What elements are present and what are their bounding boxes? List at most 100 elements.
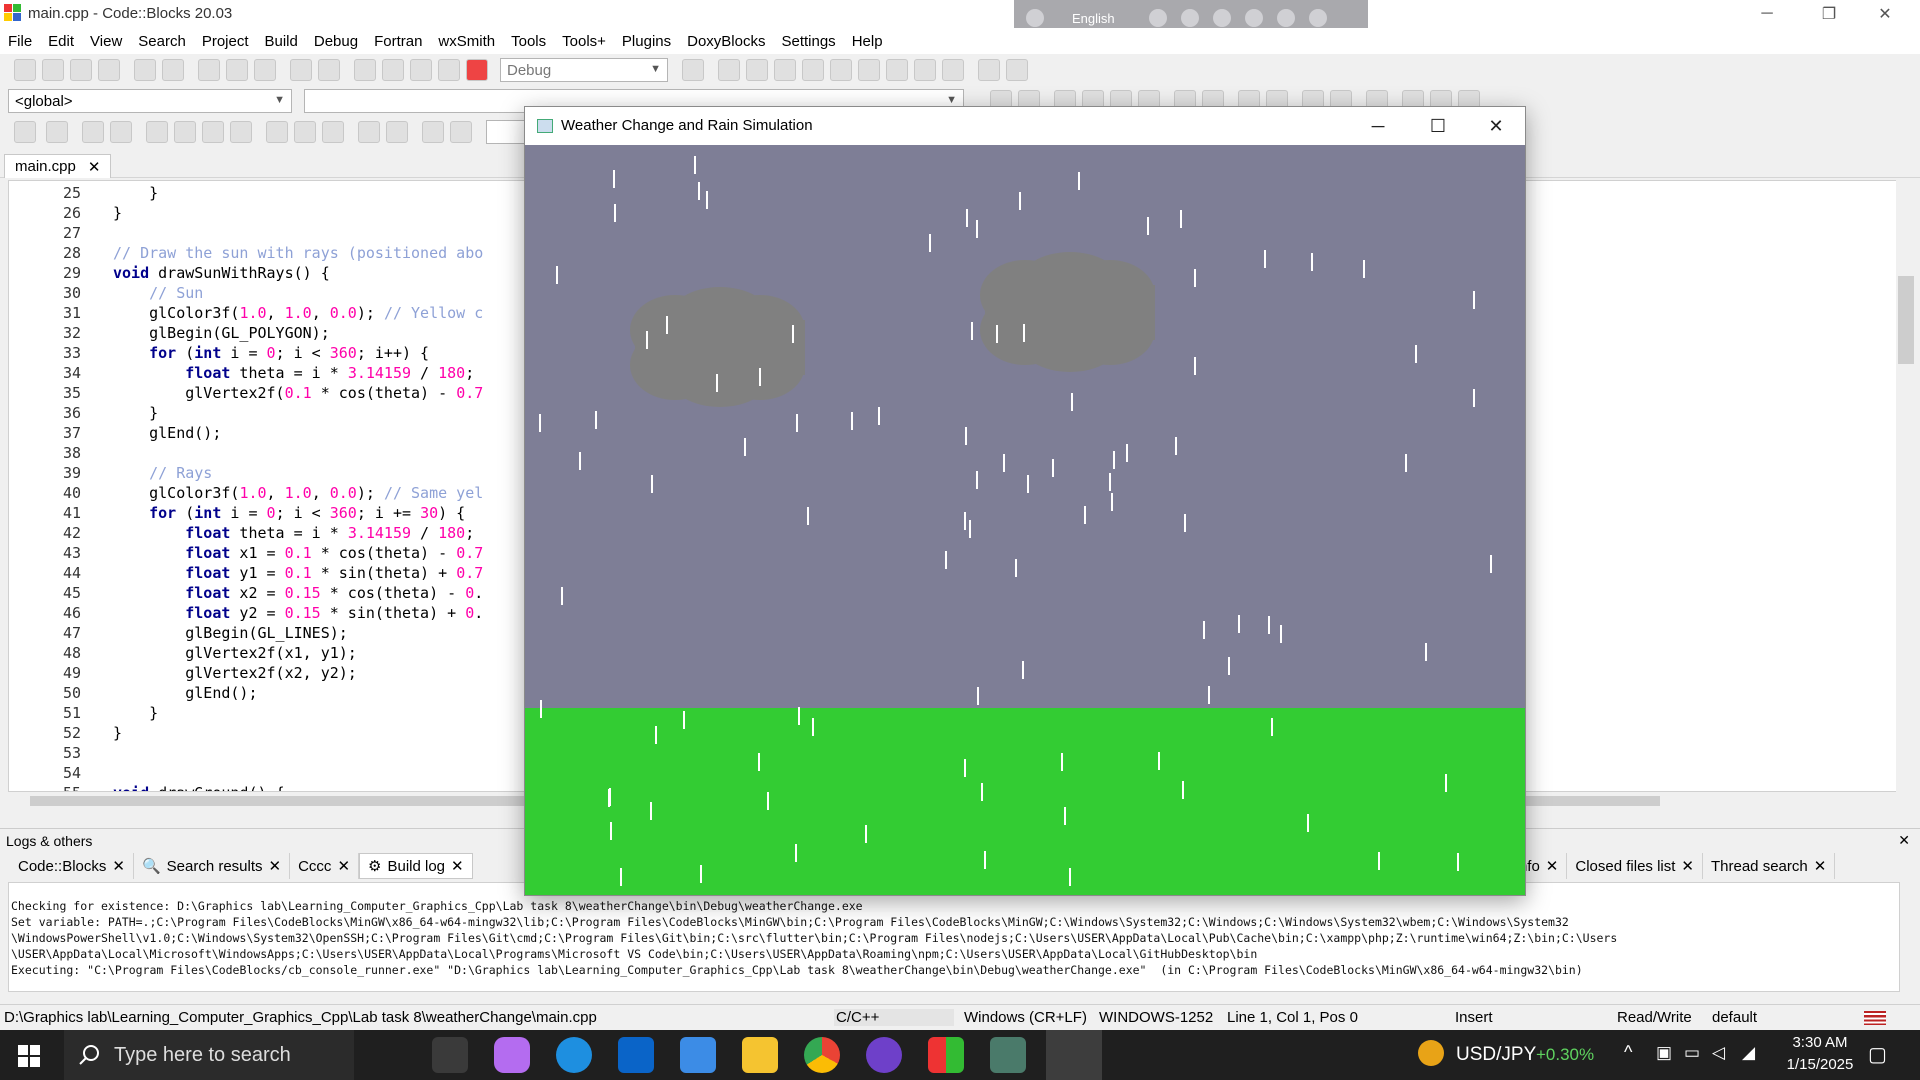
- device-icon[interactable]: ▣: [1656, 1043, 1672, 1063]
- open-file-icon[interactable]: [42, 59, 64, 81]
- taskbar-search-box[interactable]: Type here to search: [64, 1030, 354, 1080]
- box-icon[interactable]: [46, 121, 68, 143]
- menu-settings[interactable]: Settings: [773, 33, 843, 50]
- notification-icon[interactable]: ▢: [1868, 1042, 1887, 1067]
- sizer4-icon[interactable]: [230, 121, 252, 143]
- close-button[interactable]: ✕: [1862, 0, 1908, 28]
- close-icon[interactable]: ✕: [112, 857, 125, 875]
- menu-project[interactable]: Project: [194, 33, 257, 50]
- c-icon[interactable]: [450, 121, 472, 143]
- copy-icon[interactable]: [226, 59, 248, 81]
- sim-window-title-bar[interactable]: Weather Change and Rain Simulation ─ ☐ ✕: [525, 107, 1525, 145]
- save-icon[interactable]: [70, 59, 92, 81]
- step-instruction-icon[interactable]: [886, 59, 908, 81]
- ticker-change[interactable]: +0.30%: [1536, 1045, 1594, 1065]
- stop-debug-icon[interactable]: [942, 59, 964, 81]
- ticker-symbol[interactable]: USD/JPY: [1456, 1044, 1536, 1066]
- network-icon[interactable]: ◢: [1742, 1043, 1755, 1063]
- menu-build[interactable]: Build: [257, 33, 306, 50]
- cut-icon[interactable]: [198, 59, 220, 81]
- find-icon[interactable]: [290, 59, 312, 81]
- build-run-icon[interactable]: [410, 59, 432, 81]
- codeblocks-taskbar-icon[interactable]: [928, 1037, 964, 1073]
- close-icon[interactable]: ✕: [1546, 857, 1559, 875]
- next-instruction-icon[interactable]: [858, 59, 880, 81]
- sizer3-icon[interactable]: [202, 121, 224, 143]
- logtab-thread-search[interactable]: Thread search ✕: [1703, 853, 1836, 879]
- run-icon[interactable]: [382, 59, 404, 81]
- close-icon[interactable]: ✕: [1898, 832, 1910, 849]
- tool-icon[interactable]: [1180, 9, 1199, 27]
- close-icon[interactable]: ✕: [1681, 857, 1694, 875]
- run-to-cursor-icon[interactable]: [746, 59, 768, 81]
- menu-tools[interactable]: Tools: [503, 33, 554, 50]
- sim-maximize-button[interactable]: ☐: [1409, 107, 1467, 145]
- zoom-in-icon[interactable]: [358, 121, 380, 143]
- console-taskbar-icon[interactable]: [990, 1037, 1026, 1073]
- logtab-closed-files[interactable]: Closed files list ✕: [1567, 853, 1703, 879]
- save-all-icon[interactable]: [98, 59, 120, 81]
- close-icon[interactable]: ✕: [337, 857, 350, 875]
- grid-icon[interactable]: [82, 121, 104, 143]
- menu-tools-plus[interactable]: Tools+: [554, 33, 614, 50]
- github-desktop-icon[interactable]: [866, 1037, 902, 1073]
- clock-date[interactable]: 1/15/2025: [1774, 1056, 1866, 1073]
- sim-minimize-button[interactable]: ─: [1349, 107, 1407, 145]
- abort-icon[interactable]: [466, 59, 488, 81]
- logtab-search-results[interactable]: 🔍 Search results ✕: [134, 853, 291, 879]
- paste-icon[interactable]: [254, 59, 276, 81]
- menu-debug[interactable]: Debug: [306, 33, 366, 50]
- menu-help[interactable]: Help: [844, 33, 891, 50]
- settings-icon[interactable]: [1212, 9, 1231, 27]
- build-log-output[interactable]: Checking for existence: D:\Graphics lab\…: [8, 882, 1900, 992]
- zoom-out-icon[interactable]: [386, 121, 408, 143]
- file-explorer-icon[interactable]: [742, 1037, 778, 1073]
- windows-start-icon[interactable]: [18, 1045, 40, 1071]
- redo-icon[interactable]: [162, 59, 184, 81]
- step-out-icon[interactable]: [830, 59, 852, 81]
- build-target-select[interactable]: Debug ▼: [500, 58, 668, 82]
- menu-edit[interactable]: Edit: [40, 33, 82, 50]
- menu-file[interactable]: File: [0, 33, 40, 50]
- logtab-codeblocks[interactable]: Code::Blocks ✕: [10, 853, 134, 879]
- keyboard-icon[interactable]: [1148, 9, 1167, 27]
- replace-icon[interactable]: [318, 59, 340, 81]
- menu-search[interactable]: Search: [130, 33, 194, 50]
- panel-icon[interactable]: [266, 121, 288, 143]
- task-view-icon[interactable]: [432, 1037, 468, 1073]
- battery-icon[interactable]: ▭: [1684, 1043, 1700, 1063]
- logtab-build-log[interactable]: ⚙ Build log ✕: [359, 853, 473, 879]
- ime-icon[interactable]: [1026, 9, 1044, 27]
- help-icon[interactable]: [1276, 9, 1295, 27]
- menu-fortran[interactable]: Fortran: [366, 33, 430, 50]
- close-icon[interactable]: ✕: [1814, 857, 1827, 875]
- sizer2-icon[interactable]: [174, 121, 196, 143]
- editor-vertical-scroll-thumb[interactable]: [1898, 276, 1914, 364]
- debug-info-icon[interactable]: [1006, 59, 1028, 81]
- store-icon[interactable]: [680, 1037, 716, 1073]
- debug-windows-icon[interactable]: [978, 59, 1000, 81]
- volume-icon[interactable]: ◁: [1712, 1043, 1725, 1063]
- step-into-icon[interactable]: [802, 59, 824, 81]
- logtab-cccc[interactable]: Cccc ✕: [290, 853, 360, 879]
- gl-window-taskbar-icon[interactable]: [1046, 1030, 1102, 1080]
- undo-icon[interactable]: [134, 59, 156, 81]
- minimize-button[interactable]: ─: [1744, 0, 1790, 28]
- build-gear-icon[interactable]: [354, 59, 376, 81]
- info-icon[interactable]: [1308, 9, 1327, 27]
- pen-icon[interactable]: [1244, 9, 1263, 27]
- sizer-icon[interactable]: [146, 121, 168, 143]
- chevron-up-icon[interactable]: ^: [1624, 1042, 1632, 1063]
- panel3-icon[interactable]: [322, 121, 344, 143]
- editor-vertical-scrollbar[interactable]: [1896, 180, 1916, 792]
- menu-wxsmith[interactable]: wxSmith: [430, 33, 503, 50]
- debug-run-icon[interactable]: [718, 59, 740, 81]
- sim-close-button[interactable]: ✕: [1467, 107, 1525, 145]
- copilot-icon[interactable]: [494, 1037, 530, 1073]
- tab-main-cpp[interactable]: main.cpp ✕: [4, 154, 112, 178]
- language-label[interactable]: English: [1072, 11, 1115, 26]
- close-icon[interactable]: ✕: [451, 857, 464, 875]
- chrome-icon[interactable]: [804, 1037, 840, 1073]
- rain-simulation-window[interactable]: Weather Change and Rain Simulation ─ ☐ ✕: [524, 106, 1526, 896]
- panel2-icon[interactable]: [294, 121, 316, 143]
